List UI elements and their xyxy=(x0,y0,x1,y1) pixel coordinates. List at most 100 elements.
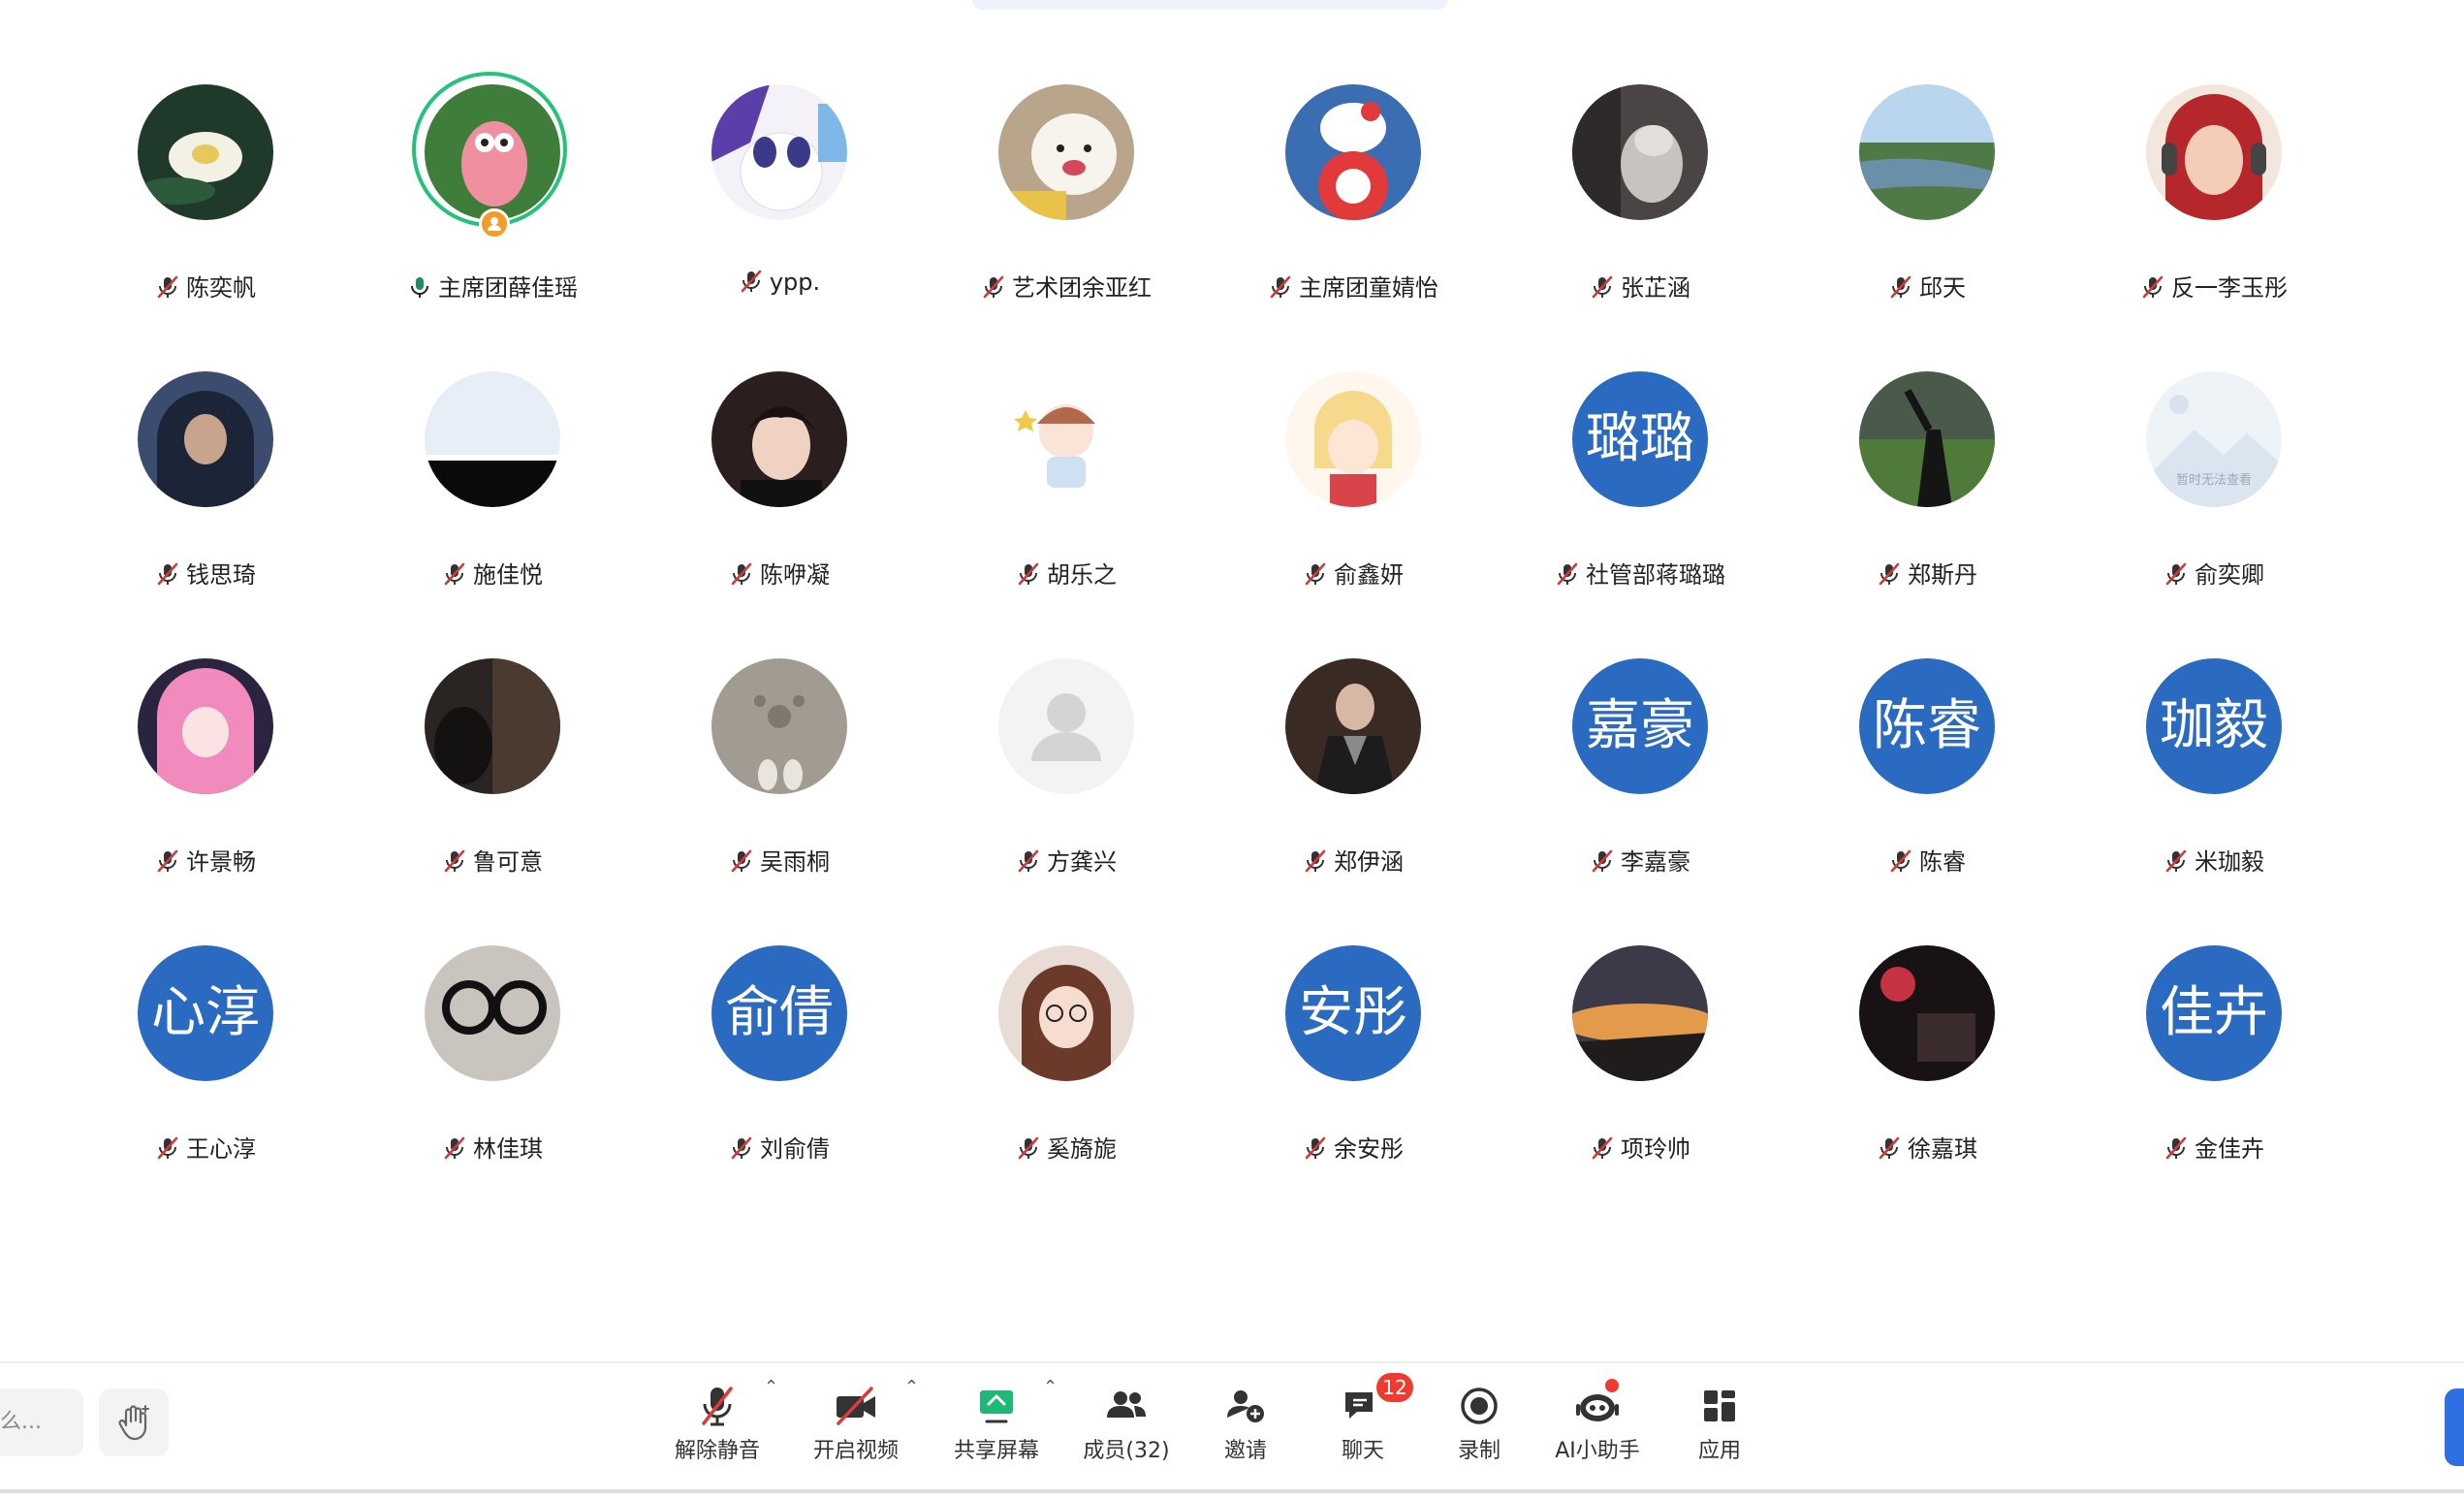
participant-tile[interactable]: 安彤 余安彤 xyxy=(1210,889,1497,1163)
participant-tile[interactable]: ypp. xyxy=(636,28,923,296)
participant-tile[interactable]: 俞鑫妍 xyxy=(1210,315,1497,589)
participant-avatar-initials: 珈毅 xyxy=(2146,658,2282,794)
participant-tile[interactable]: 徐嘉琪 xyxy=(1784,889,2070,1163)
participant-avatar-wrap xyxy=(998,371,1134,507)
participant-tile[interactable]: 主席团薛佳瑶 xyxy=(349,28,636,302)
participant-avatar-wrap: 璐璐 xyxy=(1572,371,1708,507)
members-button[interactable]: 成员(32) xyxy=(1080,1385,1173,1482)
chat-quick-input[interactable]: 么... xyxy=(0,1388,83,1456)
record-button[interactable]: 录制 xyxy=(1440,1385,1518,1482)
participant-tile[interactable]: 许景畅 xyxy=(62,602,349,876)
participant-avatar-photo xyxy=(1859,84,1995,220)
participant-tile[interactable]: 陈睿 陈睿 xyxy=(1784,602,2070,876)
participant-tile[interactable]: 俞倩 刘俞倩 xyxy=(636,889,923,1163)
participant-name-line: 主席团薛佳瑶 xyxy=(349,269,636,303)
participant-tile[interactable]: 璐璐 社管部蒋璐璐 xyxy=(1497,315,1784,589)
participant-name-line: 王心淳 xyxy=(62,1130,349,1164)
participant-tile[interactable]: 施佳悦 xyxy=(349,315,636,589)
participant-name: 米珈毅 xyxy=(2195,848,2264,876)
side-panel-button[interactable] xyxy=(2445,1388,2464,1466)
mic-muted-icon xyxy=(157,849,178,873)
share-screen-button[interactable]: 共享屏幕 xyxy=(946,1385,1047,1482)
participant-avatar-wrap xyxy=(1859,371,1995,507)
share-options-chevron-up-icon[interactable]: ⌃ xyxy=(1043,1377,1058,1397)
invite-button[interactable]: 邀请 xyxy=(1206,1385,1285,1482)
window-bottom-edge xyxy=(0,1489,2464,1493)
participant-avatar-photo xyxy=(138,84,273,220)
participant-tile[interactable]: 钱思琦 xyxy=(62,315,349,589)
participant-avatar-photo xyxy=(1572,945,1708,1081)
participant-name: 钱思琦 xyxy=(186,561,256,589)
apps-label: 应用 xyxy=(1697,1439,1741,1463)
apps-button[interactable]: 应用 xyxy=(1681,1385,1758,1482)
mic-muted-icon xyxy=(2165,562,2187,586)
participant-name-line: 郑伊涵 xyxy=(1210,843,1497,877)
participant-tile[interactable]: 项玲帅 xyxy=(1497,889,1784,1163)
participant-tile[interactable]: 郑斯丹 xyxy=(1784,315,2070,589)
participant-avatar-wrap xyxy=(1859,945,1995,1081)
participant-tile[interactable]: 奚旖旎 xyxy=(923,889,1210,1163)
participant-avatar-wrap: 暂时无法查看 xyxy=(2146,371,2282,507)
participant-avatar-photo xyxy=(1859,945,1995,1081)
participant-avatar-wrap xyxy=(412,72,567,239)
unmute-button[interactable]: 解除静音 xyxy=(669,1385,766,1482)
ai-notification-dot xyxy=(1605,1379,1619,1392)
participant-avatar-photo xyxy=(998,84,1134,220)
participant-avatar-photo xyxy=(711,84,847,220)
participant-tile[interactable]: 佳卉 金佳卉 xyxy=(2070,889,2357,1163)
participant-tile[interactable]: 张芷涵 xyxy=(1497,28,1784,302)
participant-name: 俞奕卿 xyxy=(2195,561,2264,589)
participant-avatar-wrap xyxy=(1859,84,1995,220)
participant-avatar-photo xyxy=(425,658,560,794)
participant-tile[interactable]: 心淳 王心淳 xyxy=(62,889,349,1163)
participant-name-line: ypp. xyxy=(636,269,923,296)
unmute-label: 解除静音 xyxy=(674,1439,760,1463)
participant-tile[interactable]: 主席团童婧怡 xyxy=(1210,28,1497,302)
participant-tile[interactable]: 林佳琪 xyxy=(349,889,636,1163)
participant-avatar-wrap xyxy=(425,945,560,1081)
participant-avatar-wrap xyxy=(138,658,273,794)
participant-avatar-wrap xyxy=(711,84,847,220)
start-video-button[interactable]: 开启视频 xyxy=(807,1385,904,1482)
raise-hand-button[interactable] xyxy=(99,1388,169,1456)
participant-avatar-wrap xyxy=(425,371,560,507)
participant-name: 方龚兴 xyxy=(1047,848,1117,876)
participant-name-line: 社管部蒋璐璐 xyxy=(1497,556,1784,590)
participant-tile[interactable]: 暂时无法查看俞奕卿 xyxy=(2070,315,2357,589)
participant-tile[interactable]: 反一李玉彤 xyxy=(2070,28,2357,302)
participant-avatar-wrap xyxy=(2146,84,2282,220)
invite-label: 邀请 xyxy=(1223,1439,1267,1463)
video-options-chevron-up-icon[interactable]: ⌃ xyxy=(904,1377,919,1397)
chat-button[interactable]: 12 聊天 xyxy=(1324,1373,1413,1482)
participant-avatar-wrap xyxy=(711,371,847,507)
participant-tile[interactable]: 方龚兴 xyxy=(923,602,1210,876)
participant-tile[interactable]: 郑伊涵 xyxy=(1210,602,1497,876)
participant-avatar-photo: 暂时无法查看 xyxy=(2146,371,2282,507)
participant-name: 刘俞倩 xyxy=(760,1135,830,1163)
participant-tile[interactable]: 鲁可意 xyxy=(349,602,636,876)
participant-tile[interactable]: 吴雨桐 xyxy=(636,602,923,876)
participant-tile[interactable]: 邱天 xyxy=(1784,28,2070,302)
ai-assistant-button[interactable]: AI小助手 xyxy=(1547,1379,1648,1482)
participant-tile[interactable]: 胡乐之 xyxy=(923,315,1210,589)
mic-muted-icon xyxy=(731,849,752,873)
participant-name: 徐嘉琪 xyxy=(1908,1135,1977,1163)
participant-tile[interactable]: 陈奕帆 xyxy=(62,28,349,302)
participant-name-line: 主席团童婧怡 xyxy=(1210,269,1497,303)
mic-muted-icon xyxy=(1557,562,1578,586)
mic-muted-icon xyxy=(1879,1136,1900,1160)
participant-name: 陈睿 xyxy=(1919,848,1966,876)
participant-tile[interactable]: 珈毅米珈毅 xyxy=(2070,602,2357,876)
participant-tile[interactable]: 陈咿凝 xyxy=(636,315,923,589)
participant-tile[interactable]: 艺术团余亚红 xyxy=(923,28,1210,302)
record-label: 录制 xyxy=(1457,1439,1501,1463)
audio-options-chevron-up-icon[interactable]: ⌃ xyxy=(764,1377,778,1397)
participant-avatar-wrap: 陈睿 xyxy=(1859,658,1995,794)
ai-assistant-label: AI小助手 xyxy=(1555,1439,1640,1463)
participant-name-line: 徐嘉琪 xyxy=(1784,1130,2070,1164)
participant-name-line: 俞鑫妍 xyxy=(1210,556,1497,590)
participant-name-line: 鲁可意 xyxy=(349,843,636,877)
participant-tile[interactable]: 嘉豪 李嘉豪 xyxy=(1497,602,1784,876)
participant-name-line: 施佳悦 xyxy=(349,556,636,590)
record-icon xyxy=(1461,1388,1498,1424)
